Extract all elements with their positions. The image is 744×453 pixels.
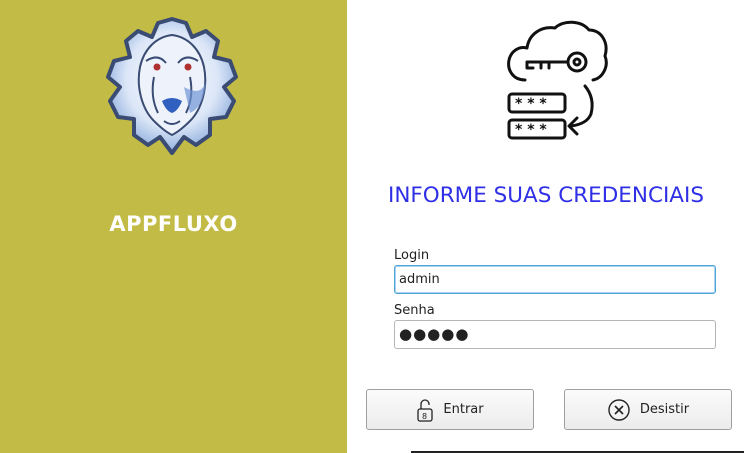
svg-text:* * *: * * * [515, 122, 547, 138]
cancel-circle-icon [608, 398, 630, 421]
form-heading: INFORME SUAS CREDENCIAIS [388, 183, 705, 208]
app-name: APPFLUXO [109, 212, 238, 236]
svg-text:8: 8 [422, 412, 427, 421]
password-label: Senha [394, 303, 435, 318]
login-input[interactable] [394, 265, 716, 294]
cheetah-gear-logo [106, 17, 238, 155]
enter-button-label: Entrar [443, 402, 484, 417]
password-field[interactable]: ●●●●● [394, 320, 716, 349]
quit-button[interactable]: Desistir [564, 389, 732, 430]
login-label: Login [394, 248, 430, 263]
enter-button[interactable]: 8 Entrar [366, 389, 534, 430]
quit-button-label: Desistir [639, 402, 690, 417]
unlock-icon: 8 [417, 398, 434, 422]
key-password-icon: * * * * * * [507, 20, 608, 140]
svg-text:* * *: * * * [515, 96, 547, 112]
